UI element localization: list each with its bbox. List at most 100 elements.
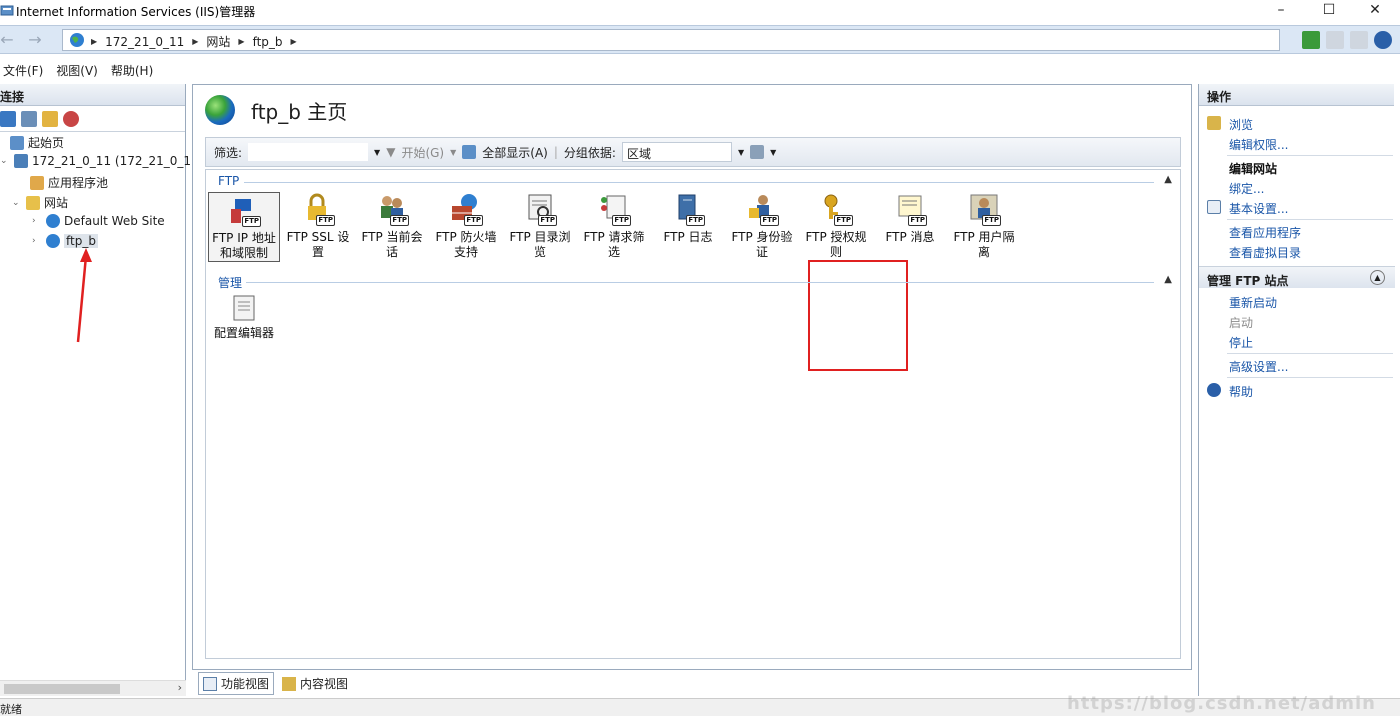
feature-ftp-sessions[interactable]: FTP FTP 当前会 话 — [356, 192, 428, 260]
crumb-site[interactable]: ftp_b — [253, 35, 283, 49]
action-advanced-settings[interactable]: 高级设置... — [1229, 358, 1288, 375]
chevron-up-icon[interactable]: ▲ — [1164, 274, 1172, 285]
help-icon — [1207, 383, 1221, 397]
user-isolation-icon: FTP — [967, 192, 1001, 226]
group-by-select[interactable]: 区域 — [621, 142, 732, 162]
view-mode-icon[interactable] — [750, 145, 765, 159]
tree-item-server[interactable]: ⌄ 172_21_0_11 (172_21_0_11\ — [0, 154, 203, 168]
action-start[interactable]: 启动 — [1229, 314, 1253, 331]
feature-ftp-firewall[interactable]: FTP FTP 防火墙 支持 — [430, 192, 502, 260]
forward-arrow-icon[interactable]: → — [24, 30, 46, 50]
action-help[interactable]: 帮助 — [1229, 383, 1253, 400]
firewall-icon: FTP — [449, 192, 483, 226]
chevron-down-icon[interactable]: ⌄ — [12, 198, 22, 208]
scrollbar-thumb[interactable] — [4, 684, 120, 694]
feature-label: 则 — [829, 245, 842, 259]
connect-icon[interactable] — [0, 110, 16, 127]
chevron-down-icon[interactable]: ⌄ — [0, 156, 10, 166]
chevron-up-icon[interactable]: ▲ — [1164, 174, 1172, 185]
feature-ftp-authorization-rules[interactable]: FTP FTP 授权规 则 — [800, 192, 872, 260]
show-all-button[interactable]: 全部显示(A) — [482, 144, 548, 161]
chevron-right-icon[interactable]: › — [178, 681, 182, 694]
collapse-icon[interactable]: ▲ — [1370, 270, 1385, 285]
chevron-down-icon[interactable]: ▼ — [450, 148, 456, 157]
feature-ftp-directory-browsing[interactable]: FTP FTP 目录浏 览 — [504, 192, 576, 260]
home-icon[interactable] — [1350, 31, 1368, 49]
start-button[interactable]: 开始(G) — [401, 144, 444, 161]
action-basic-settings[interactable]: 基本设置... — [1229, 200, 1288, 217]
feature-configuration-editor[interactable]: 配置编辑器 — [208, 294, 280, 341]
action-view-applications[interactable]: 查看应用程序 — [1229, 224, 1301, 241]
lock-icon: FTP — [301, 192, 335, 226]
section-divider — [244, 182, 1154, 183]
back-arrow-icon[interactable]: ← — [0, 30, 18, 50]
feature-label: FTP 目录浏 — [509, 230, 571, 244]
group-title: 管理 FTP 站点 — [1207, 274, 1289, 288]
chevron-down-icon[interactable]: ▼ — [770, 148, 776, 157]
tree-item-app-pools[interactable]: 应用程序池 — [30, 174, 108, 191]
group-by-label: 分组依据: — [563, 145, 616, 160]
divider — [1227, 353, 1393, 354]
action-edit-permissions[interactable]: 编辑权限... — [1229, 136, 1288, 153]
up-folder-icon[interactable] — [42, 110, 58, 127]
chevron-right-icon[interactable]: › — [32, 216, 42, 226]
crumb-server[interactable]: 172_21_0_11 — [105, 35, 184, 49]
action-restart[interactable]: 重新启动 — [1229, 294, 1277, 311]
feature-ftp-logging[interactable]: FTP FTP 日志 — [652, 192, 724, 245]
start-page-icon — [10, 135, 24, 150]
feature-ftp-messages[interactable]: FTP FTP 消息 — [874, 192, 946, 245]
action-stop[interactable]: 停止 — [1229, 334, 1253, 351]
divider — [1227, 219, 1393, 220]
title-bar: Internet Information Services (IIS)管理器 –… — [0, 0, 1400, 22]
chevron-down-icon[interactable]: ▼ — [374, 148, 380, 157]
feature-label: FTP 防火墙 — [435, 230, 497, 244]
connections-panel: 连接 起始页 ⌄ 172_21_0_11 (172_21_0_11\ 应用程序池… — [0, 84, 203, 696]
manage-ftp-site-header: 管理 FTP 站点 ▲ — [1199, 266, 1395, 288]
chevron-right-icon[interactable]: › — [32, 236, 42, 246]
tree-item-default-web-site[interactable]: › Default Web Site — [32, 214, 165, 228]
show-all-icon — [462, 145, 477, 159]
tab-content-view[interactable]: 内容视图 — [278, 672, 352, 695]
feature-ftp-request-filtering[interactable]: FTP FTP 请求筛 选 — [578, 192, 650, 260]
stop-icon[interactable] — [1326, 31, 1344, 49]
menu-help[interactable]: 帮助(H) — [108, 60, 163, 80]
chevron-right-icon: ▶ — [238, 37, 245, 46]
chevron-right-icon: ▶ — [91, 37, 98, 46]
key-icon: FTP — [819, 192, 853, 226]
divider — [1227, 377, 1393, 378]
feature-label: FTP 当前会 — [361, 230, 423, 244]
tree-item-start-page[interactable]: 起始页 — [10, 134, 64, 151]
help-icon[interactable] — [1374, 31, 1392, 49]
crumb-sites[interactable]: 网站 — [206, 33, 230, 50]
feature-label: 选 — [607, 245, 620, 259]
features-content: FTP ▲ FTP FTP IP 地址 和域限制 FTP FTP SSL 设 置… — [205, 169, 1181, 659]
filter-input[interactable] — [248, 143, 369, 161]
chevron-down-icon[interactable]: ▼ — [738, 148, 744, 157]
refresh-icon[interactable] — [1302, 31, 1320, 49]
feature-ftp-ssl[interactable]: FTP FTP SSL 设 置 — [282, 192, 354, 260]
feature-label: FTP SSL 设 — [286, 230, 350, 244]
menu-view[interactable]: 视图(V) — [53, 60, 108, 80]
chevron-right-icon: ▶ — [290, 37, 297, 46]
action-view-virtual-dirs[interactable]: 查看虚拟目录 — [1229, 244, 1301, 261]
delete-connection-icon[interactable] — [63, 110, 79, 127]
toolbar-divider: | — [553, 145, 558, 159]
feature-ftp-user-isolation[interactable]: FTP FTP 用户隔 离 — [948, 192, 1020, 260]
feature-ftp-ip-restrictions[interactable]: FTP FTP IP 地址 和域限制 — [208, 192, 280, 262]
save-icon[interactable] — [21, 110, 37, 127]
tab-label: 功能视图 — [221, 677, 270, 691]
feature-label: 置 — [311, 245, 324, 259]
action-browse[interactable]: 浏览 — [1229, 116, 1253, 133]
tree-item-sites[interactable]: ⌄ 网站 — [12, 194, 68, 211]
menu-file[interactable]: 文件(F) — [0, 60, 53, 80]
maximize-button[interactable]: ☐ — [1306, 0, 1352, 22]
user-lock-icon: FTP — [745, 192, 779, 226]
close-button[interactable]: ✕ — [1352, 0, 1398, 22]
tab-features-view[interactable]: 功能视图 — [198, 672, 275, 695]
horizontal-scrollbar[interactable]: › — [0, 680, 186, 696]
breadcrumb[interactable]: ▶ 172_21_0_11 ▶ 网站 ▶ ftp_b ▶ — [62, 29, 1280, 51]
feature-label: FTP 消息 — [885, 230, 935, 244]
feature-ftp-authentication[interactable]: FTP FTP 身份验 证 — [726, 192, 798, 260]
minimize-button[interactable]: – — [1258, 0, 1304, 22]
action-bindings[interactable]: 绑定... — [1229, 180, 1264, 197]
